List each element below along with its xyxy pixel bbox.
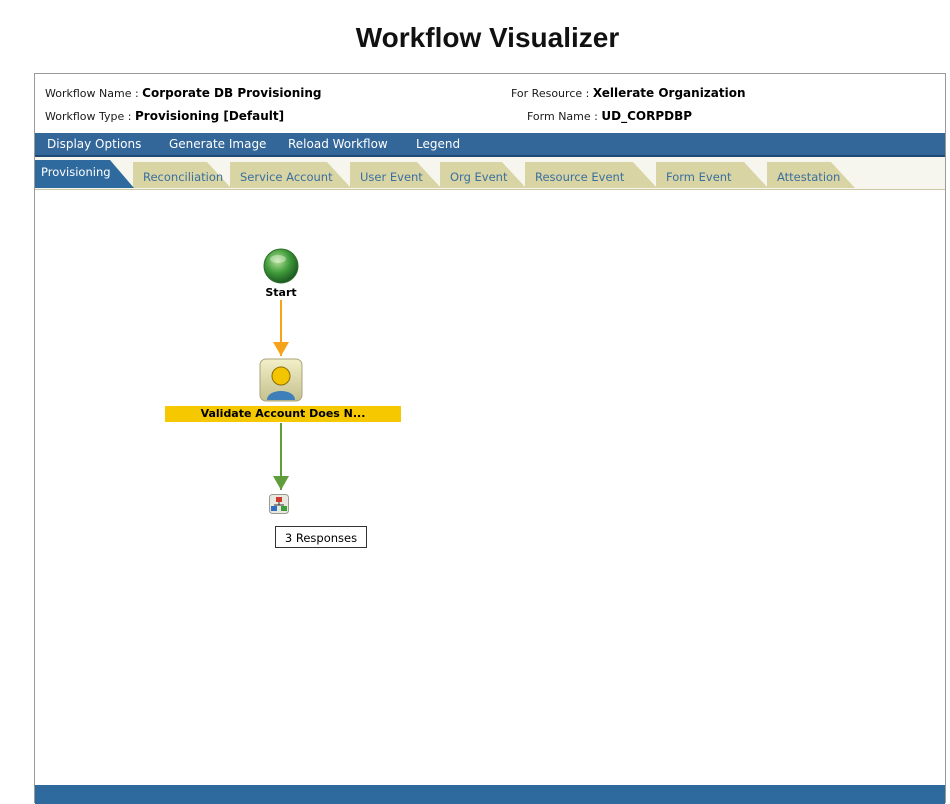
workflow-frame: Workflow Name : Corporate DB Provisionin… — [34, 73, 946, 804]
responses-count-label[interactable]: 3 Responses — [275, 526, 367, 548]
menu-generate-image[interactable]: Generate Image — [169, 137, 266, 151]
menu-bar: Display Options Generate Image Reload Wo… — [35, 133, 945, 157]
responses-hierarchy-icon[interactable] — [269, 494, 289, 514]
tab-service-account[interactable]: Service Account — [230, 162, 351, 188]
form-name-row: Form Name : UD_CORPDBP — [527, 109, 692, 123]
tab-user-event-label: User Event — [360, 170, 423, 184]
tab-user-event[interactable]: User Event — [350, 162, 441, 188]
for-resource-row: For Resource : Xellerate Organization — [511, 86, 746, 100]
tab-provisioning[interactable]: Provisioning — [35, 160, 134, 188]
workflow-canvas: Start Validate Account Does N... 3 Respo… — [35, 190, 945, 785]
task-node-label[interactable]: Validate Account Does N... — [165, 406, 401, 422]
workflow-name-label: Workflow Name : — [45, 87, 139, 100]
workflow-connectors — [273, 300, 289, 490]
workflow-type-label: Workflow Type : — [45, 110, 132, 123]
menu-display-options[interactable]: Display Options — [47, 137, 141, 151]
start-node-label: Start — [265, 286, 297, 299]
workflow-type-value: Provisioning [Default] — [134, 109, 285, 123]
menu-reload-workflow[interactable]: Reload Workflow — [288, 137, 388, 151]
tab-form-event[interactable]: Form Event — [656, 162, 768, 188]
tab-org-event-label: Org Event — [450, 170, 508, 184]
start-node-icon[interactable] — [263, 248, 299, 284]
tab-reconciliation-label: Reconciliation — [143, 170, 224, 184]
tab-strip: Attestation Form Event Resource Event Or… — [35, 157, 945, 190]
workflow-name-row: Workflow Name : Corporate DB Provisionin… — [45, 86, 322, 100]
tab-attestation[interactable]: Attestation — [767, 162, 855, 188]
tab-form-event-label: Form Event — [666, 170, 732, 184]
menu-legend[interactable]: Legend — [416, 137, 460, 151]
tab-service-account-label: Service Account — [240, 170, 333, 184]
task-user-icon[interactable] — [259, 358, 303, 402]
task-to-responses-arrowhead — [273, 476, 289, 490]
tab-attestation-label: Attestation — [777, 170, 841, 184]
bottom-status-bar — [35, 785, 945, 804]
for-resource-label: For Resource : — [511, 87, 590, 100]
form-name-value: UD_CORPDBP — [601, 109, 693, 123]
for-resource-value: Xellerate Organization — [592, 86, 746, 100]
workflow-type-row: Workflow Type : Provisioning [Default] — [45, 109, 284, 123]
tab-resource-event-label: Resource Event — [535, 170, 625, 184]
tab-reconciliation[interactable]: Reconciliation — [133, 162, 231, 188]
workflow-info-panel: Workflow Name : Corporate DB Provisionin… — [35, 74, 945, 132]
tab-org-event[interactable]: Org Event — [440, 162, 526, 188]
workflow-name-value: Corporate DB Provisioning — [142, 86, 322, 100]
page-title: Workflow Visualizer — [355, 22, 620, 53]
form-name-label: Form Name : — [527, 110, 598, 123]
tab-resource-event[interactable]: Resource Event — [525, 162, 657, 188]
tab-provisioning-label: Provisioning — [41, 165, 111, 179]
start-to-task-arrowhead — [273, 342, 289, 356]
